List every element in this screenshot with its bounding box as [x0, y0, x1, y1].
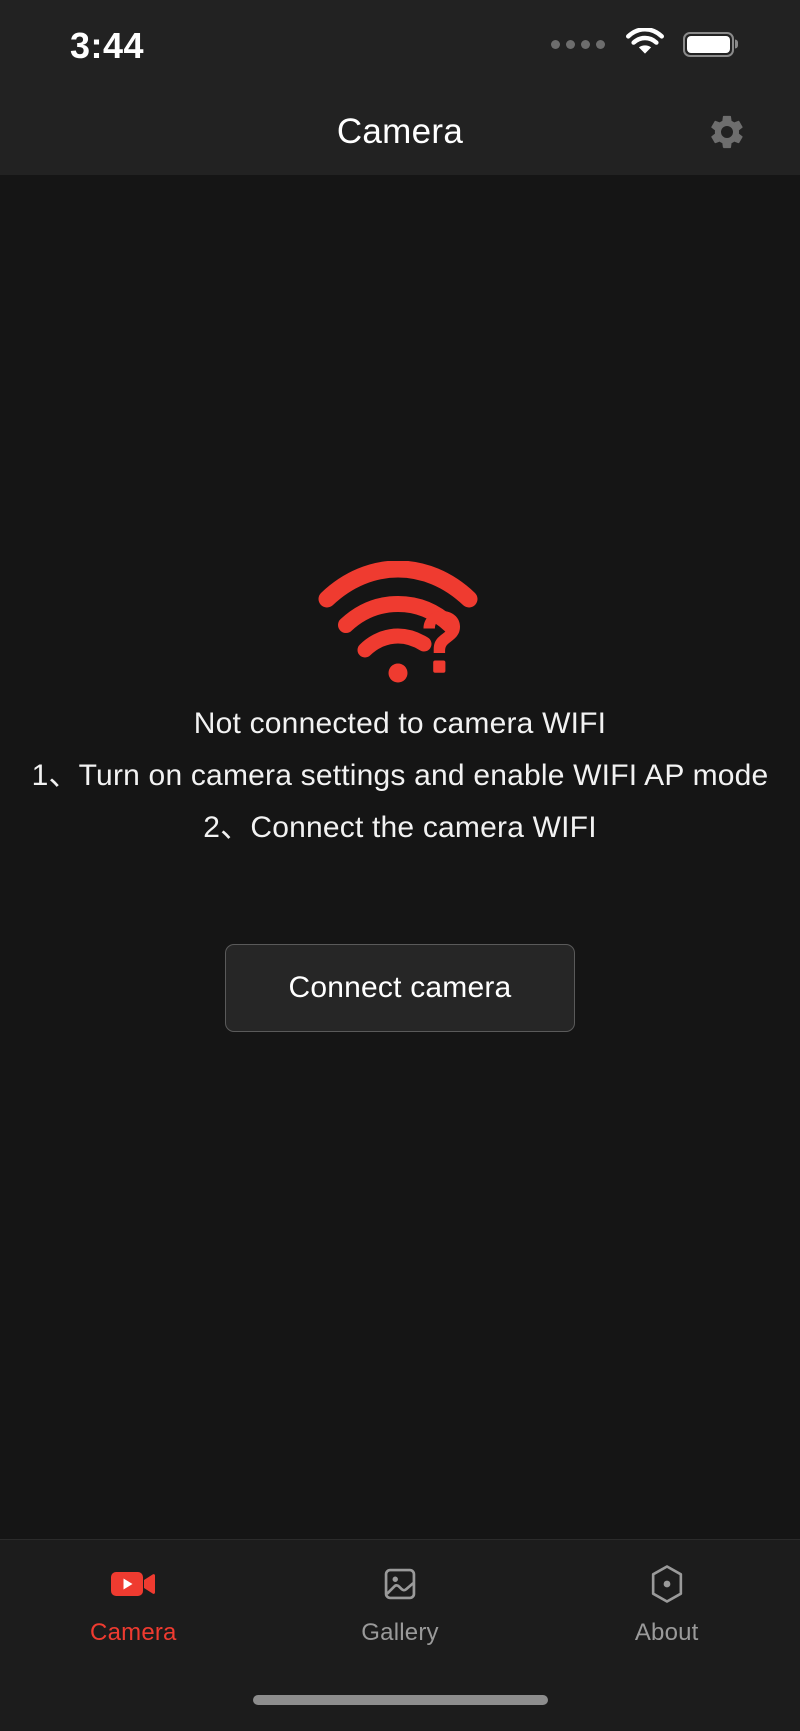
app-header: Camera [0, 88, 800, 175]
tab-camera-label: Camera [90, 1619, 177, 1646]
tab-gallery[interactable]: Gallery [267, 1562, 534, 1645]
status-message: Not connected to camera WIFI [193, 707, 607, 740]
instruction-step-1: 1、Turn on camera settings and enable WIF… [31, 759, 769, 792]
home-indicator-area [0, 1669, 800, 1731]
tab-gallery-label: Gallery [361, 1619, 439, 1646]
wifi-icon [626, 27, 664, 60]
home-indicator[interactable] [252, 1695, 548, 1705]
tab-camera[interactable]: Camera [0, 1562, 267, 1645]
battery-full-icon [683, 31, 734, 57]
wifi-question-icon [315, 560, 485, 683]
main-content: Not connected to camera WIFI 1、Turn on c… [0, 175, 800, 1539]
hexagon-dot-icon [648, 1562, 686, 1606]
video-camera-icon [110, 1562, 156, 1606]
page-title: Camera [336, 111, 464, 151]
status-bar: 3:44 [0, 0, 800, 88]
bottom-tab-bar: Camera Gallery About [0, 1539, 800, 1669]
gear-icon[interactable] [706, 111, 748, 153]
image-icon [381, 1562, 419, 1606]
instruction-step-2: 2、Connect the camera WIFI [203, 811, 597, 844]
status-bar-time: 3:44 [70, 25, 145, 66]
not-connected-panel: Not connected to camera WIFI 1、Turn on c… [0, 560, 800, 1032]
tab-about-label: About [634, 1619, 699, 1646]
phone-screen: 3:44 Camera Not connected to camera WIFI… [0, 0, 800, 1731]
signal-dots-icon [551, 39, 605, 49]
tab-about[interactable]: About [533, 1562, 800, 1645]
connect-camera-button[interactable]: Connect camera [225, 944, 575, 1032]
status-bar-indicators [551, 27, 734, 60]
